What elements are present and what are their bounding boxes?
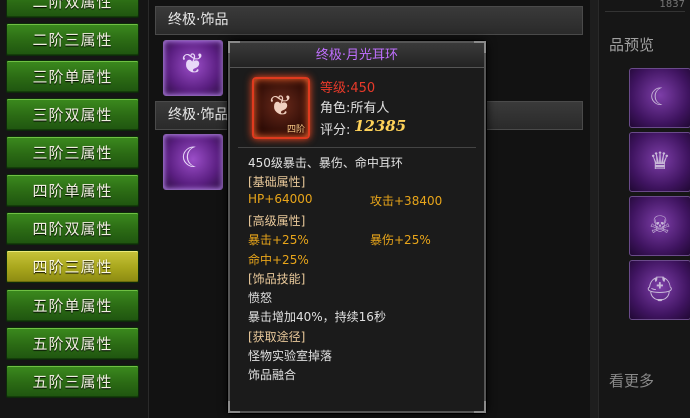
item-score: 12385	[354, 117, 407, 135]
mask-icon: ☾	[649, 83, 671, 111]
category-button-tier2-triple[interactable]: 二阶三属性	[6, 23, 139, 56]
skill-description: 暴击增加40%，持续16秒	[248, 310, 386, 324]
category-button-tier4-double[interactable]: 四阶双属性	[6, 212, 139, 245]
stat-attack: 攻击+38400	[370, 194, 443, 208]
mask-icon: ☾	[180, 141, 206, 174]
source-line: 饰品融合	[248, 368, 297, 382]
preview-slot[interactable]: ☾	[629, 68, 690, 128]
item-tooltip: 终极·月光耳环 ❦ 四阶 等级:450 角色:所有人 评分: 12385 450…	[228, 41, 486, 413]
frame-corner	[228, 401, 240, 413]
preview-slot[interactable]: ♛	[629, 132, 690, 192]
earring-icon: ❦	[181, 47, 205, 80]
tooltip-item-icon: ❦ 四阶	[252, 77, 310, 139]
item-slot-mask[interactable]: ☾	[163, 134, 223, 190]
scrollbar[interactable]	[590, 0, 598, 418]
category-button-tier3-triple[interactable]: 三阶三属性	[6, 136, 139, 169]
tier-tag: 四阶	[286, 125, 305, 135]
item-role: 角色:所有人	[320, 101, 390, 116]
skill-name: 愤怒	[248, 291, 273, 305]
preview-slot[interactable]: ⛑	[629, 260, 690, 320]
helmet-icon: ⛑	[644, 275, 676, 303]
skull-icon: ☠	[649, 211, 671, 239]
category-button-tier4-triple[interactable]: 四阶三属性	[6, 250, 139, 283]
item-slot-earring[interactable]: ❦	[163, 40, 223, 96]
crown-icon: ♛	[649, 147, 671, 175]
preview-slot[interactable]: ☠	[629, 196, 690, 256]
stat-hp: HP+64000	[248, 192, 313, 206]
item-score-label: 评分:	[320, 123, 351, 138]
category-button-tier5-double[interactable]: 五阶双属性	[6, 327, 139, 360]
category-sidebar: 二阶双属性 二阶三属性 三阶单属性 三阶双属性 三阶三属性 四阶单属性 四阶双属…	[0, 0, 148, 418]
category-button-tier3-single[interactable]: 三阶单属性	[6, 60, 139, 93]
base-attr-header: [基础属性]	[248, 175, 306, 189]
earring-icon: ❦	[269, 89, 293, 122]
section-header: 终极·饰品	[155, 6, 583, 35]
category-button-tier5-single[interactable]: 五阶单属性	[6, 289, 139, 322]
source-header: [获取途径]	[248, 330, 306, 344]
category-button-tier3-double[interactable]: 三阶双属性	[6, 98, 139, 131]
category-button-tier4-single[interactable]: 四阶单属性	[6, 174, 139, 207]
item-description: 450级暴击、暴伤、命中耳环	[248, 156, 403, 170]
stat-hit: 命中+25%	[248, 253, 309, 267]
preview-header: 品预览	[609, 36, 655, 54]
stat-crit: 暴击+25%	[248, 233, 309, 247]
source-line: 怪物实验室掉落	[248, 349, 333, 363]
category-button-tier5-triple[interactable]: 五阶三属性	[6, 365, 139, 398]
tooltip-title: 终极·月光耳环	[230, 43, 484, 68]
top-counter: 1837	[605, 0, 685, 12]
item-level: 等级:450	[320, 81, 376, 96]
view-more-link[interactable]: 看更多	[609, 370, 654, 391]
frame-corner	[474, 401, 486, 413]
skill-header: [饰品技能]	[248, 272, 306, 286]
preview-panel: 1837 品预览 ☾ ♛ ☠ ⛑ 看更多	[598, 0, 690, 418]
adv-attr-header: [高级属性]	[248, 214, 306, 228]
divider	[238, 147, 476, 148]
stat-crit-damage: 暴伤+25%	[370, 233, 431, 247]
frame-corner	[474, 41, 486, 53]
category-button-tier2-double[interactable]: 二阶双属性	[6, 0, 139, 18]
frame-corner	[228, 41, 240, 53]
